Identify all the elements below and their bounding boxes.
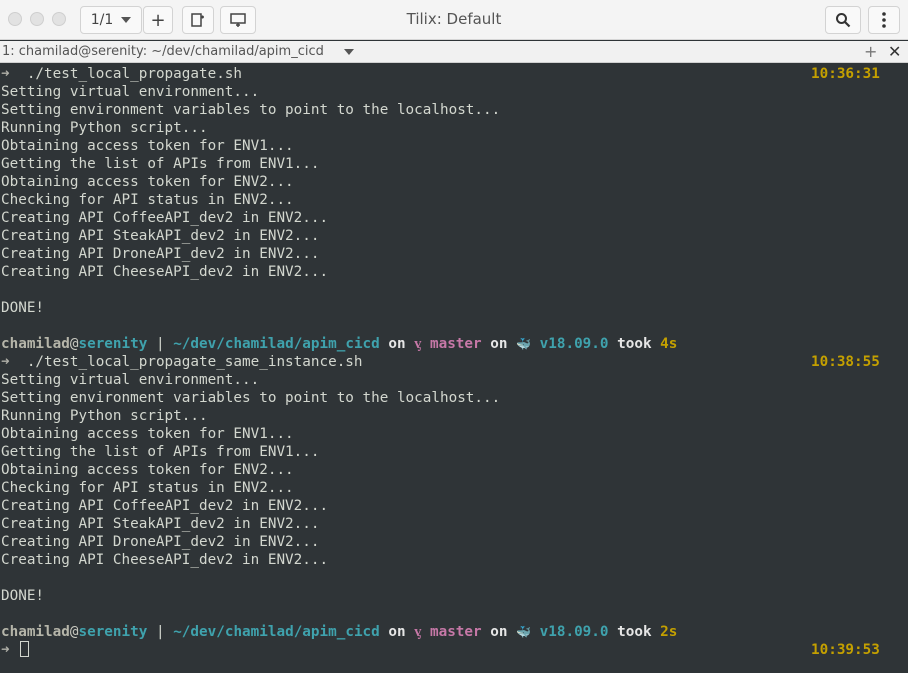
prompt-path: ~/dev/chamilad/apim_cicd [173,336,380,352]
output-line: Creating API SteakAPI_dev2 in ENV2... [1,516,320,532]
prompt-user: chamilad [1,336,70,352]
title-bar: 1/1 + Tilix: Default [0,0,908,40]
command-text: ./test_local_propagate.sh [26,66,243,82]
terminal-output[interactable]: ➜ ./test_local_propagate.sh 10:36:31 Set… [0,64,908,673]
docker-version: v18.09.0 [539,336,609,352]
close-terminal-button[interactable]: ✕ [888,42,901,61]
prompt-host: serenity [78,624,148,640]
text-cursor[interactable] [20,641,30,657]
git-branch-icon: ᶌ [414,336,422,352]
docker-version: v18.09.0 [539,624,609,640]
output-line: Running Python script... [1,120,208,136]
window-close-dot[interactable] [8,12,22,26]
kebab-menu-icon [882,12,886,28]
prompt-on-text: on [490,336,508,352]
search-icon [836,13,851,28]
output-line: Creating API SteakAPI_dev2 in ENV2... [1,228,320,244]
command-line: ➜ ./test_local_propagate.sh [1,65,242,83]
output-line: Getting the list of APIs from ENV1... [1,156,320,172]
split-down-button[interactable] [220,6,256,34]
prompt-arrow-icon: ➜ [1,66,10,82]
prompt-separator: | [155,336,165,352]
prompt-on-text: on [388,336,406,352]
command-timestamp: 10:38:55 [811,354,880,370]
prompt-arrow-icon: ➜ [1,354,10,370]
output-line: Obtaining access token for ENV2... [1,174,294,190]
prompt-on-text: on [388,624,406,640]
add-terminal-button[interactable]: + [864,42,877,61]
prompt-path: ~/dev/chamilad/apim_cicd [173,624,380,640]
output-line: Setting virtual environment... [1,372,260,388]
output-line: Obtaining access token for ENV2... [1,462,294,478]
git-branch: master [429,624,482,640]
command-text: ./test_local_propagate_same_instance.sh [26,354,363,370]
prompt-arrow-icon: ➜ [1,642,10,658]
output-line: Creating API CheeseAPI_dev2 in ENV2... [1,552,329,568]
command-timestamp: 10:36:31 [811,66,880,82]
command-line: ➜ ./test_local_propagate_same_instance.s… [1,353,363,371]
menu-button[interactable] [868,6,900,34]
prompt-timestamp: 10:39:53 [811,642,880,658]
active-prompt-line[interactable]: ➜ [1,641,30,659]
output-line: Obtaining access token for ENV1... [1,426,294,442]
docker-whale-icon: 🐳 [516,337,532,351]
command-duration: 2s [660,624,678,640]
output-line: Setting virtual environment... [1,84,260,100]
git-branch: master [429,336,482,352]
chevron-down-icon[interactable] [344,49,354,55]
output-line: DONE! [1,588,45,604]
chevron-down-icon [121,17,132,23]
session-counter: 1/1 [90,12,114,28]
output-line: Checking for API status in ENV2... [1,192,294,208]
output-line: Creating API CheeseAPI_dev2 in ENV2... [1,264,329,280]
plus-icon: + [150,9,166,31]
output-line: Obtaining access token for ENV1... [1,138,294,154]
prompt-status-line: chamilad@serenity | ~/dev/chamilad/apim_… [1,623,677,641]
output-line: Creating API CoffeeAPI_dev2 in ENV2... [1,498,329,514]
command-duration: 4s [660,336,678,352]
window-maximize-dot[interactable] [52,12,66,26]
split-right-button[interactable] [182,6,214,34]
docker-whale-icon: 🐳 [516,625,532,639]
output-line: Creating API CoffeeAPI_dev2 in ENV2... [1,210,329,226]
output-line: Setting environment variables to point t… [1,102,501,118]
output-line: Setting environment variables to point t… [1,390,501,406]
terminal-tab-bar: 1: chamilad@serenity: ~/dev/chamilad/api… [0,41,908,63]
output-line: Creating API DroneAPI_dev2 in ENV2... [1,246,320,262]
prompt-status-line: chamilad@serenity | ~/dev/chamilad/apim_… [1,335,677,353]
output-line: DONE! [1,300,45,316]
add-session-button[interactable]: + [143,6,173,34]
prompt-on-text: on [490,624,508,640]
output-line: Running Python script... [1,408,208,424]
output-line: Getting the list of APIs from ENV1... [1,444,320,460]
session-switcher-button[interactable]: 1/1 [80,6,142,34]
prompt-user: chamilad [1,624,70,640]
split-down-icon [230,13,246,27]
window-minimize-dot[interactable] [30,12,44,26]
prompt-took-text: took [617,624,652,640]
prompt-host: serenity [78,336,148,352]
output-line: Creating API DroneAPI_dev2 in ENV2... [1,534,320,550]
prompt-took-text: took [617,336,652,352]
terminal-tab-title[interactable]: 1: chamilad@serenity: ~/dev/chamilad/api… [2,44,324,59]
output-line: Checking for API status in ENV2... [1,480,294,496]
split-right-icon [191,13,204,27]
find-button[interactable] [825,6,861,34]
prompt-separator: | [155,624,165,640]
git-branch-icon: ᶌ [414,624,422,640]
